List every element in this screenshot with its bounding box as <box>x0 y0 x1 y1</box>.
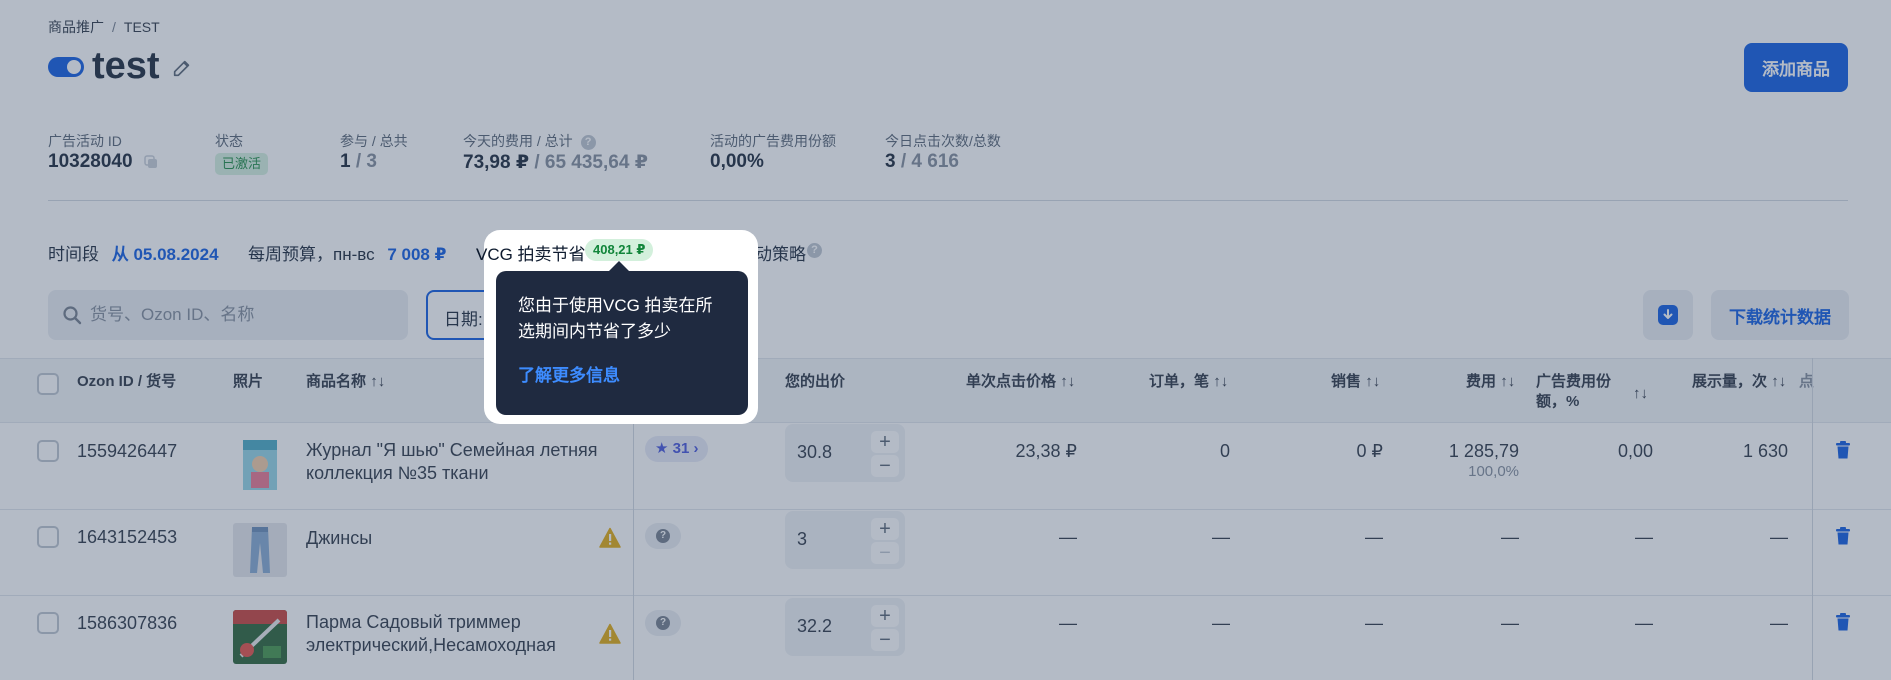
vcg-label-highlighted: VCG 拍卖节省 <box>476 245 586 264</box>
tooltip-text: 您由于使用VCG 拍卖在所选期间内节省了多少 <box>518 296 713 341</box>
onboarding-overlay[interactable] <box>0 0 1891 680</box>
vcg-savings-badge-highlighted[interactable]: 408,21 ₽ <box>585 239 654 261</box>
vcg-tooltip: 您由于使用VCG 拍卖在所选期间内节省了多少 了解更多信息 <box>496 261 748 415</box>
learn-more-link[interactable]: 了解更多信息 <box>518 361 726 386</box>
